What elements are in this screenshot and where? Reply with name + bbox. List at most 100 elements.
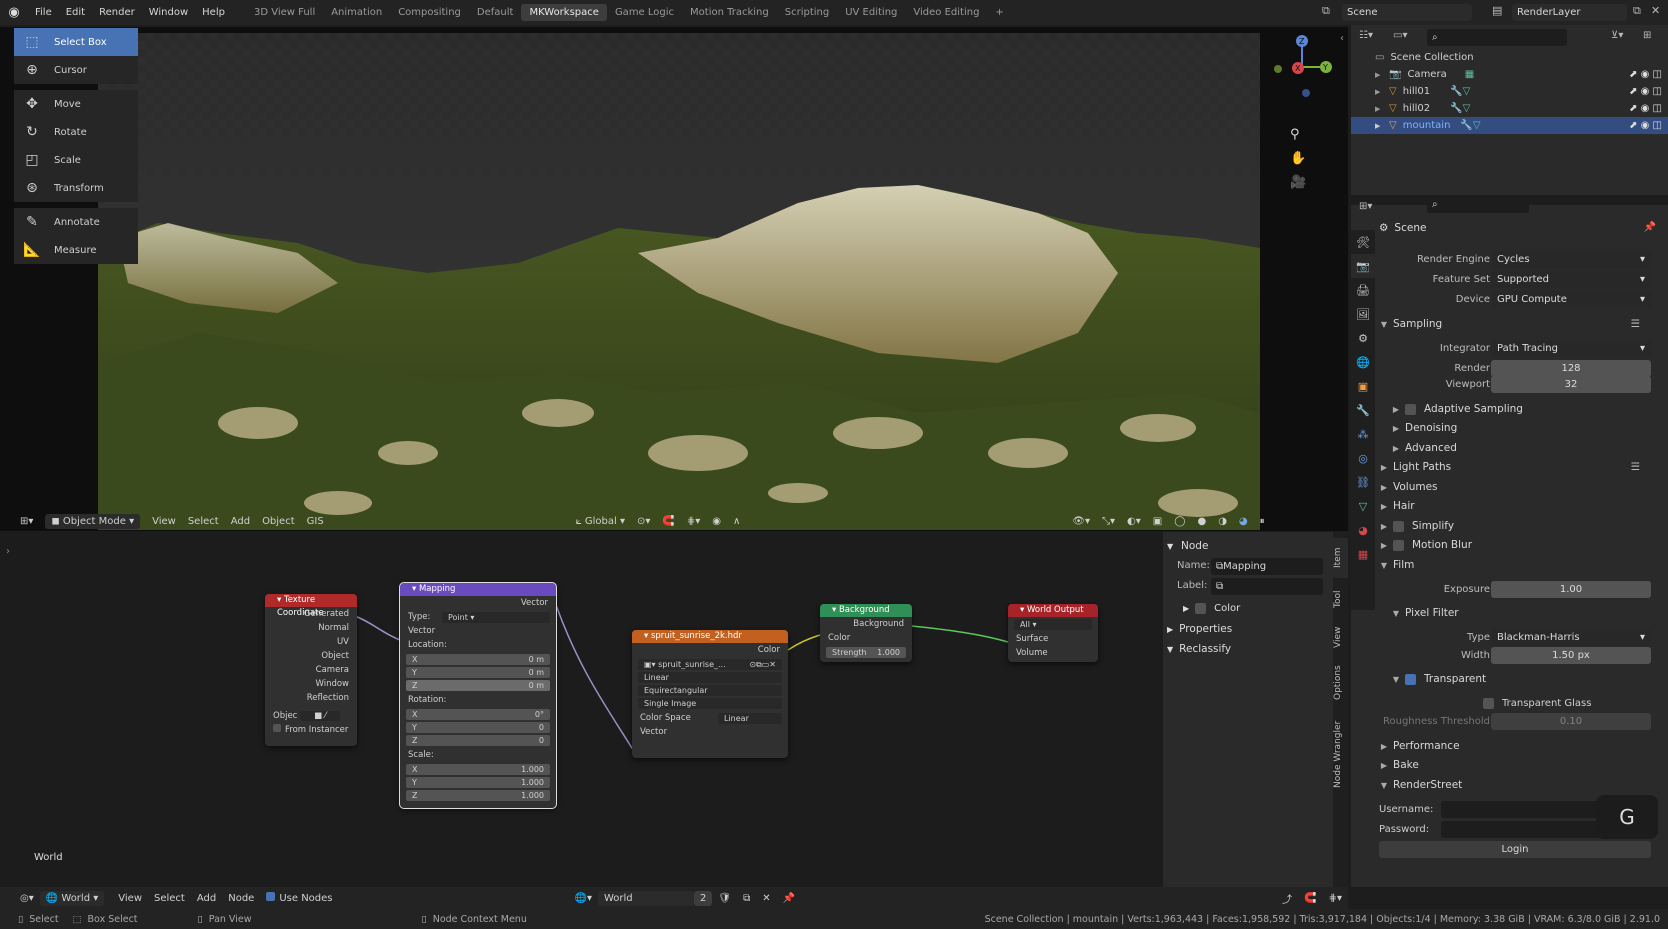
collapse-arrow-icon[interactable]: ‹	[1340, 33, 1344, 44]
motion-blur-panel[interactable]: ▶ Motion Blur	[1375, 535, 1668, 555]
location-z-field[interactable]: Z 0 m	[406, 680, 550, 691]
from-instancer-checkbox[interactable]	[273, 724, 281, 732]
location-y-field[interactable]: Y 0 m	[406, 667, 550, 678]
gizmo-toggle-icon[interactable]: ⤡▾	[1096, 514, 1121, 529]
node-header[interactable]: ▾ Texture Coordinate	[265, 594, 357, 618]
tab-tool[interactable]: Tool	[1333, 582, 1348, 616]
projection-dropdown[interactable]: Equirectangular	[638, 685, 782, 696]
render-tab-icon[interactable]: 📷	[1351, 254, 1375, 278]
outliner-item-camera[interactable]: ▶ 📷 Camera ▦ ⬈ ◉ ◫	[1351, 66, 1668, 83]
visibility-toggles-icon[interactable]: ⬈ ◉ ◫	[1629, 86, 1662, 97]
adaptive-sampling-checkbox[interactable]	[1405, 403, 1416, 415]
tool-annotate[interactable]: ✎ Annotate	[14, 208, 138, 236]
viewport-menu-object[interactable]: Object	[256, 514, 301, 529]
new-view-layer-icon[interactable]: ⧉	[1633, 4, 1647, 20]
duplicate-icon[interactable]: ⧉	[737, 891, 756, 906]
shading-rendered-icon[interactable]: ◕	[1233, 514, 1254, 529]
socket-color-in[interactable]: Color	[820, 631, 912, 645]
data-tab-icon[interactable]: ▽	[1351, 494, 1375, 518]
output-tab-icon[interactable]: 🖨	[1351, 278, 1375, 302]
physics-tab-icon[interactable]: ◎	[1351, 446, 1375, 470]
color-subpanel[interactable]: ▶ Color	[1183, 603, 1240, 614]
strength-field[interactable]: Strength 1.000	[826, 647, 906, 658]
renderstreet-panel-header[interactable]: ▼ RenderStreet	[1375, 775, 1668, 795]
socket-vector-in[interactable]: Vector	[400, 624, 556, 638]
adaptive-sampling-subpanel[interactable]: ▶ Adaptive Sampling	[1375, 399, 1668, 419]
filter-width-field[interactable]: 1.50 px	[1491, 646, 1651, 664]
world-browse-icon[interactable]: 🌐▾	[569, 891, 598, 906]
visibility-icon[interactable]: 👁▾	[1066, 514, 1096, 529]
pixel-filter-subpanel[interactable]: ▼ Pixel Filter	[1375, 603, 1668, 623]
tab-3d-view-full[interactable]: 3D View Full	[246, 4, 323, 21]
shader-node-editor[interactable]: › ▾ Texture Coordinate Generated Normal …	[0, 532, 1165, 887]
use-nodes-toggle[interactable]: Use Nodes	[260, 890, 338, 906]
from-instancer-row[interactable]: From Instancer	[265, 723, 357, 737]
feature-set-dropdown[interactable]: Supported ▾	[1491, 270, 1651, 288]
menu-edit[interactable]: Edit	[59, 7, 92, 18]
film-panel-header[interactable]: ▼ Film	[1375, 555, 1668, 575]
performance-panel[interactable]: ▶ Performance	[1375, 736, 1668, 756]
proportional-edit-icon[interactable]: ◉	[706, 514, 727, 529]
menu-help[interactable]: Help	[195, 7, 232, 18]
tool-settings-tab-icon[interactable]: 🛠	[1351, 230, 1375, 254]
render-engine-dropdown[interactable]: Cycles ▾	[1491, 250, 1651, 268]
presets-icon[interactable]: ☰	[1631, 318, 1640, 330]
outliner-scene-collection[interactable]: ▭ Scene Collection	[1351, 49, 1668, 66]
constraints-tab-icon[interactable]: ⛓	[1351, 470, 1375, 494]
advanced-subpanel[interactable]: ▶ Advanced	[1375, 438, 1668, 458]
navigation-gizmo[interactable]: Z Y X ⚲ ✋ 🎥	[1262, 31, 1342, 201]
type-dropdown[interactable]: Point ▾	[442, 612, 550, 623]
socket-object[interactable]: Object	[265, 649, 357, 663]
simplify-panel[interactable]: ▶ Simplify	[1375, 516, 1668, 536]
tab-options[interactable]: Options	[1333, 658, 1348, 708]
view-layer-field[interactable]: RenderLayer	[1512, 4, 1627, 21]
snap-icon[interactable]: 🧲	[1298, 891, 1322, 906]
tool-cursor[interactable]: ⊕ Cursor	[14, 56, 138, 84]
socket-volume-in[interactable]: Volume	[1008, 646, 1098, 660]
socket-color-out[interactable]: Color	[632, 643, 788, 657]
location-x-field[interactable]: X 0 m	[406, 654, 550, 665]
texture-tab-icon[interactable]: ▦	[1351, 542, 1375, 566]
node-name-field[interactable]: ⧉ Mapping	[1211, 558, 1323, 575]
node-header[interactable]: ▾ spruit_sunrise_2k.hdr	[632, 630, 788, 643]
rotation-z-field[interactable]: Z0	[406, 735, 550, 746]
user-count-badge[interactable]: 2	[694, 890, 713, 906]
tool-transform[interactable]: ⊛ Transform	[14, 174, 138, 202]
node-menu-view[interactable]: View	[112, 891, 148, 906]
zoom-icon[interactable]: ⚲	[1290, 127, 1300, 142]
viewport-menu-add[interactable]: Add	[225, 514, 256, 529]
node-texture-coordinate[interactable]: ▾ Texture Coordinate Generated Normal UV…	[265, 594, 357, 746]
socket-surface-in[interactable]: Surface	[1008, 632, 1098, 646]
properties-search-input[interactable]: ⌕	[1427, 196, 1529, 213]
socket-reflection[interactable]: Reflection	[265, 691, 357, 705]
transparent-glass-checkbox[interactable]	[1483, 697, 1494, 709]
source-dropdown[interactable]: Single Image	[638, 698, 782, 709]
volumes-panel[interactable]: ▶ Volumes	[1375, 477, 1668, 497]
viewport-samples-field[interactable]: 32	[1491, 375, 1651, 393]
presets-icon[interactable]: ☰	[1631, 461, 1640, 473]
interpolation-dropdown[interactable]: Linear	[638, 672, 782, 683]
color-space-row[interactable]: Color Space Linear	[632, 711, 788, 725]
visibility-toggles-icon[interactable]: ⬈ ◉ ◫	[1629, 120, 1662, 131]
socket-background-out[interactable]: Background	[820, 617, 912, 631]
scale-z-field[interactable]: Z 1.000	[406, 790, 550, 801]
outliner-item-mountain[interactable]: ▶ ▽ mountain 🔧 ▽ ⬈ ◉ ◫	[1351, 117, 1668, 134]
scene-browse-icon[interactable]: ⧉	[1322, 4, 1338, 20]
scene-field[interactable]: Scene	[1342, 4, 1472, 21]
node-menu-select[interactable]: Select	[148, 891, 191, 906]
motion-blur-checkbox[interactable]	[1393, 539, 1404, 551]
socket-vector-out[interactable]: Vector	[400, 596, 556, 610]
exposure-field[interactable]: 1.00	[1491, 580, 1651, 598]
node-header[interactable]: ▾ Mapping	[400, 583, 556, 596]
rotation-y-field[interactable]: Y0	[406, 722, 550, 733]
tab-game-logic[interactable]: Game Logic	[607, 4, 682, 21]
reclassify-panel-header[interactable]: ▼ Reclassify	[1167, 643, 1231, 655]
shading-solid-icon[interactable]: ●	[1191, 514, 1212, 529]
light-paths-panel[interactable]: ▶ Light Paths ☰	[1375, 457, 1668, 477]
3d-viewport[interactable]: ⬚ Select Box ⊕ Cursor ✥ Move ↻ Rotate ◰ Scale…	[0, 27, 1348, 531]
node-mapping[interactable]: ▾ Mapping Vector Type: Point ▾ Vector Loc…	[399, 582, 557, 809]
use-nodes-checkbox[interactable]	[266, 892, 276, 901]
image-datablock-field[interactable]: ▣▾ spruit_sunrise_... ⊙⧉▭✕	[638, 659, 782, 670]
add-workspace-icon[interactable]: +	[987, 4, 1011, 21]
pause-render-icon[interactable]: ⏸	[1254, 514, 1271, 529]
